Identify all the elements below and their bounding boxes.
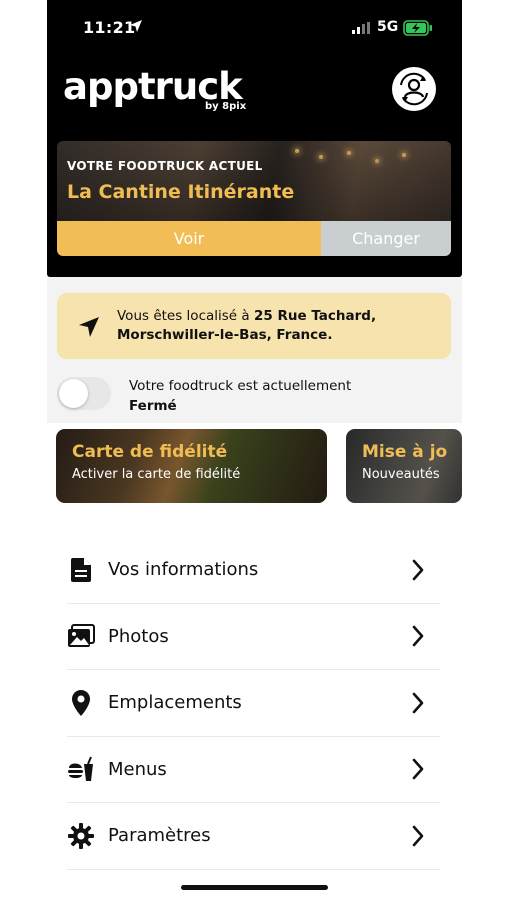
menu-item-emplacements[interactable]: Emplacements: [67, 670, 440, 737]
gear-icon: [67, 822, 95, 850]
header-section: 11:21 5G apptruck by 8pix VOTRE FOODTRUC…: [47, 0, 462, 277]
view-button[interactable]: Voir: [57, 221, 321, 256]
menu-item-label: Emplacements: [108, 692, 242, 714]
chevron-right-icon: [412, 559, 424, 581]
menu-item-label: Photos: [108, 625, 169, 647]
open-status-toggle[interactable]: [57, 377, 111, 410]
signal-icon: [352, 22, 370, 34]
app-byline: by 8pix: [205, 101, 247, 112]
location-text: Vous êtes localisé à 25 Rue Tachard, Mor…: [117, 307, 376, 345]
card-subtitle: Activer la carte de fidélité: [72, 467, 241, 482]
change-button[interactable]: Changer: [321, 221, 451, 256]
menu-item-label: Paramètres: [108, 825, 211, 847]
card-subtitle: Nouveautés: [362, 467, 440, 482]
switch-account-button[interactable]: [392, 67, 436, 111]
updates-card-tile[interactable]: Mise à jo Nouveautés: [346, 429, 462, 503]
map-pin-icon: [67, 689, 95, 717]
foodtruck-name: La Cantine Itinérante: [67, 181, 295, 203]
food-icon: [67, 755, 95, 783]
location-card: Vous êtes localisé à 25 Rue Tachard, Mor…: [57, 293, 451, 359]
card-title: Mise à jo: [362, 442, 448, 462]
menu-item-label: Menus: [108, 758, 167, 780]
loyalty-card-tile[interactable]: Carte de fidélité Activer la carte de fi…: [56, 429, 327, 503]
status-time: 11:21: [83, 18, 136, 37]
home-indicator[interactable]: [181, 885, 328, 890]
switch-user-icon: [400, 72, 428, 106]
location-arrow-icon: [130, 20, 142, 32]
location-prefix: Vous êtes localisé à: [117, 308, 254, 324]
network-type: 5G: [377, 19, 399, 35]
banner-kicker: VOTRE FOODTRUCK ACTUEL: [67, 159, 263, 173]
card-title: Carte de fidélité: [72, 442, 228, 462]
app-screen: 11:21 5G apptruck by 8pix VOTRE FOODTRUC…: [47, 0, 462, 900]
menu-item-menus[interactable]: Menus: [67, 737, 440, 803]
app-logo: apptruck: [63, 65, 243, 108]
chevron-right-icon: [412, 625, 424, 647]
status-label: Votre foodtruck est actuellement: [129, 378, 352, 394]
menu-item-parametres[interactable]: Paramètres: [67, 803, 440, 870]
menu-item-informations[interactable]: Vos informations: [67, 537, 440, 604]
open-status-text: Votre foodtruck est actuellement Fermé: [129, 376, 351, 416]
chevron-right-icon: [412, 758, 424, 780]
status-bar: 11:21 5G: [47, 0, 462, 56]
chevron-right-icon: [412, 692, 424, 714]
document-icon: [67, 556, 95, 584]
navigation-icon: [79, 317, 99, 337]
menu-item-label: Vos informations: [108, 559, 259, 581]
menu-item-photos[interactable]: Photos: [67, 604, 440, 670]
current-foodtruck-banner: VOTRE FOODTRUCK ACTUEL La Cantine Itinér…: [57, 141, 451, 256]
location-address-line2: Morschwiller-le-Bas, France.: [117, 327, 333, 343]
chevron-right-icon: [412, 825, 424, 847]
location-address-line1: 25 Rue Tachard,: [253, 308, 377, 324]
toggle-knob: [59, 379, 88, 408]
status-value: Fermé: [129, 398, 177, 414]
settings-menu: Vos informations Photos Emplacements Men…: [67, 537, 440, 870]
battery-charging-icon: [403, 20, 432, 36]
photos-icon: [67, 622, 95, 650]
